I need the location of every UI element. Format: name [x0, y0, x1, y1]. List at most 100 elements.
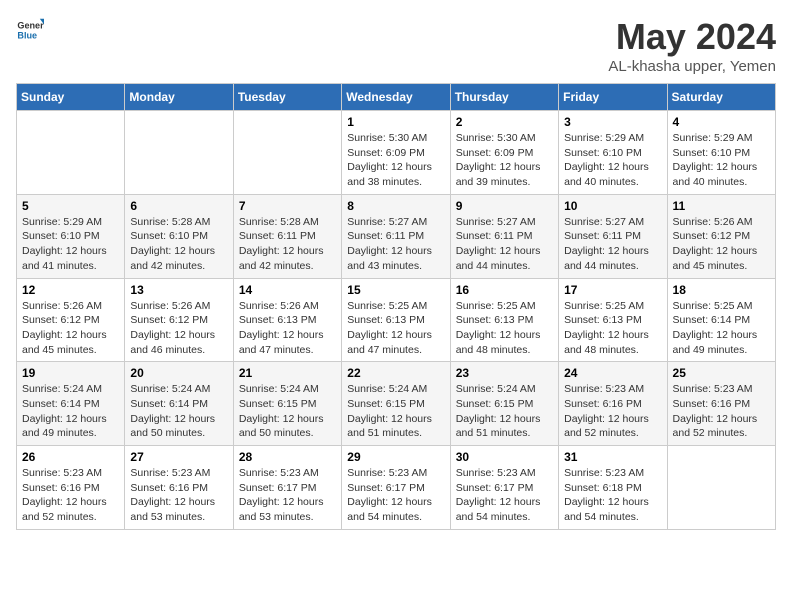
calendar-cell: 28 Sunrise: 5:23 AM Sunset: 6:17 PM Dayli… — [233, 446, 341, 530]
calendar-cell: 13 Sunrise: 5:26 AM Sunset: 6:12 PM Dayli… — [125, 278, 233, 362]
day-info: Sunrise: 5:23 AM Sunset: 6:17 PM Dayligh… — [239, 466, 336, 525]
day-info: Sunrise: 5:27 AM Sunset: 6:11 PM Dayligh… — [456, 215, 553, 274]
day-number: 10 — [564, 199, 661, 213]
day-info: Sunrise: 5:27 AM Sunset: 6:11 PM Dayligh… — [564, 215, 661, 274]
calendar-week-1: 1 Sunrise: 5:30 AM Sunset: 6:09 PM Daylig… — [17, 111, 776, 195]
calendar-cell: 20 Sunrise: 5:24 AM Sunset: 6:14 PM Dayli… — [125, 362, 233, 446]
day-number: 18 — [673, 283, 770, 297]
day-info: Sunrise: 5:23 AM Sunset: 6:16 PM Dayligh… — [130, 466, 227, 525]
day-number: 26 — [22, 450, 119, 464]
day-number: 17 — [564, 283, 661, 297]
day-number: 30 — [456, 450, 553, 464]
day-info: Sunrise: 5:23 AM Sunset: 6:18 PM Dayligh… — [564, 466, 661, 525]
day-info: Sunrise: 5:24 AM Sunset: 6:15 PM Dayligh… — [347, 382, 444, 441]
subtitle: AL-khasha upper, Yemen — [608, 58, 776, 75]
day-info: Sunrise: 5:24 AM Sunset: 6:14 PM Dayligh… — [22, 382, 119, 441]
calendar-cell: 21 Sunrise: 5:24 AM Sunset: 6:15 PM Dayli… — [233, 362, 341, 446]
day-number: 12 — [22, 283, 119, 297]
weekday-header-tuesday: Tuesday — [233, 84, 341, 111]
day-number: 13 — [130, 283, 227, 297]
day-number: 24 — [564, 366, 661, 380]
calendar-cell: 26Sunrise: 5:23 AM Sunset: 6:16 PM Dayli… — [17, 446, 125, 530]
day-number: 15 — [347, 283, 444, 297]
svg-text:Blue: Blue — [17, 30, 37, 40]
logo-icon: General Blue — [16, 16, 44, 44]
calendar-cell: 9 Sunrise: 5:27 AM Sunset: 6:11 PM Daylig… — [450, 194, 558, 278]
calendar-cell: 2 Sunrise: 5:30 AM Sunset: 6:09 PM Daylig… — [450, 111, 558, 195]
day-info: Sunrise: 5:25 AM Sunset: 6:13 PM Dayligh… — [456, 299, 553, 358]
calendar-cell: 1 Sunrise: 5:30 AM Sunset: 6:09 PM Daylig… — [342, 111, 450, 195]
day-number: 21 — [239, 366, 336, 380]
calendar-cell: 24Sunrise: 5:23 AM Sunset: 6:16 PM Dayli… — [559, 362, 667, 446]
calendar-cell: 6Sunrise: 5:28 AM Sunset: 6:10 PM Daylig… — [125, 194, 233, 278]
day-info: Sunrise: 5:27 AM Sunset: 6:11 PM Dayligh… — [347, 215, 444, 274]
day-info: Sunrise: 5:28 AM Sunset: 6:10 PM Dayligh… — [130, 215, 227, 274]
calendar-cell — [125, 111, 233, 195]
calendar-table: SundayMondayTuesdayWednesdayThursdayFrid… — [16, 83, 776, 530]
calendar-cell: 29Sunrise: 5:23 AM Sunset: 6:17 PM Dayli… — [342, 446, 450, 530]
calendar-week-4: 19Sunrise: 5:24 AM Sunset: 6:14 PM Dayli… — [17, 362, 776, 446]
calendar-cell: 4Sunrise: 5:29 AM Sunset: 6:10 PM Daylig… — [667, 111, 775, 195]
day-number: 8 — [347, 199, 444, 213]
calendar-cell: 31 Sunrise: 5:23 AM Sunset: 6:18 PM Dayli… — [559, 446, 667, 530]
day-info: Sunrise: 5:26 AM Sunset: 6:13 PM Dayligh… — [239, 299, 336, 358]
day-info: Sunrise: 5:24 AM Sunset: 6:15 PM Dayligh… — [239, 382, 336, 441]
calendar-cell: 18 Sunrise: 5:25 AM Sunset: 6:14 PM Dayli… — [667, 278, 775, 362]
day-info: Sunrise: 5:25 AM Sunset: 6:14 PM Dayligh… — [673, 299, 770, 358]
day-number: 31 — [564, 450, 661, 464]
weekday-header-thursday: Thursday — [450, 84, 558, 111]
day-number: 1 — [347, 115, 444, 129]
calendar-cell: 7 Sunrise: 5:28 AM Sunset: 6:11 PM Daylig… — [233, 194, 341, 278]
day-number: 20 — [130, 366, 227, 380]
weekday-header-friday: Friday — [559, 84, 667, 111]
day-number: 28 — [239, 450, 336, 464]
day-info: Sunrise: 5:29 AM Sunset: 6:10 PM Dayligh… — [22, 215, 119, 274]
calendar-week-5: 26 Sunrise: 5:23 AM Sunset: 6:16 PM Dayli… — [17, 446, 776, 530]
day-number: 7 — [239, 199, 336, 213]
day-number: 16 — [456, 283, 553, 297]
calendar-cell: 5 Sunrise: 5:29 AM Sunset: 6:10 PM Daylig… — [17, 194, 125, 278]
day-number: 3 — [564, 115, 661, 129]
day-number: 11 — [673, 199, 770, 213]
day-info: Sunrise: 5:23 AM Sunset: 6:17 PM Dayligh… — [456, 466, 553, 525]
logo: General Blue — [16, 16, 44, 44]
calendar-cell: 30 Sunrise: 5:23 AM Sunset: 6:17 PM Dayli… — [450, 446, 558, 530]
day-info: Sunrise: 5:23 AM Sunset: 6:17 PM Dayligh… — [347, 466, 444, 525]
calendar-cell: 19Sunrise: 5:24 AM Sunset: 6:14 PM Dayli… — [17, 362, 125, 446]
day-info: Sunrise: 5:30 AM Sunset: 6:09 PM Dayligh… — [456, 131, 553, 190]
calendar-cell: 12 Sunrise: 5:26 AM Sunset: 6:12 PM Dayli… — [17, 278, 125, 362]
day-info: Sunrise: 5:30 AM Sunset: 6:09 PM Dayligh… — [347, 131, 444, 190]
calendar-cell — [667, 446, 775, 530]
day-number: 14 — [239, 283, 336, 297]
day-number: 9 — [456, 199, 553, 213]
day-number: 27 — [130, 450, 227, 464]
day-number: 22 — [347, 366, 444, 380]
calendar-cell: 3 Sunrise: 5:29 AM Sunset: 6:10 PM Daylig… — [559, 111, 667, 195]
calendar-cell: 11 Sunrise: 5:26 AM Sunset: 6:12 PM Dayli… — [667, 194, 775, 278]
calendar-cell: 16 Sunrise: 5:25 AM Sunset: 6:13 PM Dayli… — [450, 278, 558, 362]
day-info: Sunrise: 5:25 AM Sunset: 6:13 PM Dayligh… — [564, 299, 661, 358]
calendar-cell — [233, 111, 341, 195]
day-info: Sunrise: 5:28 AM Sunset: 6:11 PM Dayligh… — [239, 215, 336, 274]
day-info: Sunrise: 5:25 AM Sunset: 6:13 PM Dayligh… — [347, 299, 444, 358]
calendar-week-3: 12 Sunrise: 5:26 AM Sunset: 6:12 PM Dayli… — [17, 278, 776, 362]
svg-text:General: General — [17, 21, 44, 31]
day-info: Sunrise: 5:26 AM Sunset: 6:12 PM Dayligh… — [673, 215, 770, 274]
day-info: Sunrise: 5:26 AM Sunset: 6:12 PM Dayligh… — [130, 299, 227, 358]
calendar-cell: 22 Sunrise: 5:24 AM Sunset: 6:15 PM Dayli… — [342, 362, 450, 446]
day-info: Sunrise: 5:24 AM Sunset: 6:14 PM Dayligh… — [130, 382, 227, 441]
day-number: 4 — [673, 115, 770, 129]
weekday-header-row: SundayMondayTuesdayWednesdayThursdayFrid… — [17, 84, 776, 111]
weekday-header-sunday: Sunday — [17, 84, 125, 111]
page-header: General Blue May 2024 AL-khasha upper, Y… — [16, 16, 776, 75]
calendar-cell: 27 Sunrise: 5:23 AM Sunset: 6:16 PM Dayli… — [125, 446, 233, 530]
day-number: 23 — [456, 366, 553, 380]
main-title: May 2024 — [608, 16, 776, 58]
day-info: Sunrise: 5:24 AM Sunset: 6:15 PM Dayligh… — [456, 382, 553, 441]
day-number: 5 — [22, 199, 119, 213]
day-info: Sunrise: 5:29 AM Sunset: 6:10 PM Dayligh… — [564, 131, 661, 190]
weekday-header-monday: Monday — [125, 84, 233, 111]
day-info: Sunrise: 5:26 AM Sunset: 6:12 PM Dayligh… — [22, 299, 119, 358]
day-number: 2 — [456, 115, 553, 129]
weekday-header-wednesday: Wednesday — [342, 84, 450, 111]
